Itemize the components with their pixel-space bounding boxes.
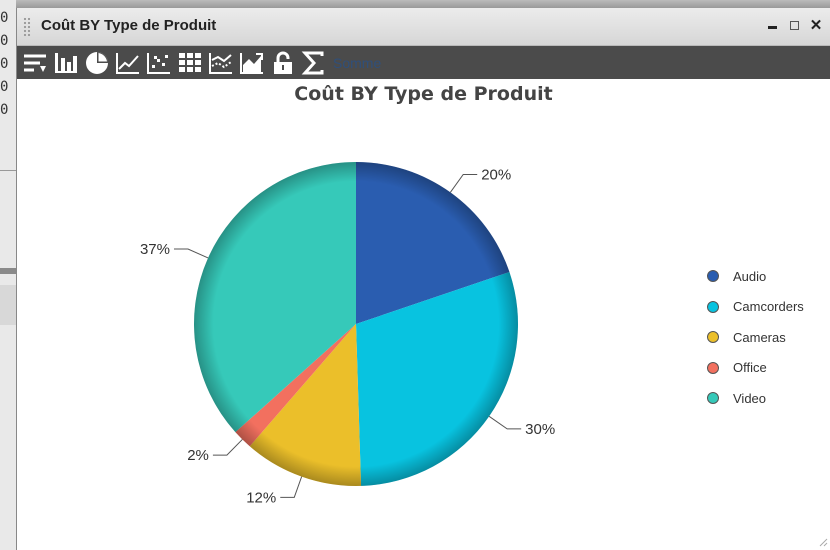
legend-label: Camcorders [733, 299, 804, 315]
legend-item-cameras[interactable]: Cameras [707, 322, 804, 353]
sigma-icon [301, 51, 323, 74]
lock-icon [273, 51, 292, 74]
window-title: Coût BY Type de Produit [41, 17, 217, 34]
legend-label: Video [733, 390, 767, 406]
pie-leader-line [212, 439, 243, 456]
pie-leader-line [173, 248, 209, 259]
table-button[interactable] [174, 48, 205, 78]
combo-chart-icon [208, 52, 232, 74]
legend-marker [707, 300, 719, 313]
legend-label: Cameras [733, 329, 786, 345]
combo-chart-button[interactable] [205, 48, 236, 78]
pie-leader-line [280, 476, 303, 498]
line-chart-icon [115, 52, 139, 74]
legend-item-office[interactable]: Office [707, 353, 804, 384]
bar-chart-button[interactable] [50, 48, 81, 78]
drag-grip-icon[interactable] [23, 17, 31, 37]
sort-icon [23, 54, 46, 72]
pie-leader-line [488, 415, 522, 430]
legend-item-video[interactable]: Video [707, 383, 804, 414]
background-window-edge: 0 0 0 0 0 [0, 0, 16, 550]
bar-chart-icon [54, 52, 77, 73]
table-icon [178, 52, 201, 72]
close-icon: ✕ [809, 17, 823, 34]
pie-chart-icon [85, 51, 108, 74]
chart-area: Coût BY Type de Produit 20% 30% 12% 2% 37% A… [17, 79, 830, 549]
lock-button[interactable] [267, 48, 298, 78]
area-chart-icon [239, 52, 263, 74]
pie-chart-button[interactable] [81, 48, 112, 78]
resize-handle-icon[interactable] [818, 537, 828, 547]
maximize-button[interactable] [786, 16, 802, 34]
line-chart-button[interactable] [112, 48, 143, 78]
legend-item-camcorders[interactable]: Camcorders [707, 292, 804, 323]
area-chart-button[interactable] [236, 48, 267, 78]
legend-marker [707, 361, 719, 374]
chart-window: Coût BY Type de Produit ✕ Somme Coût BY … [16, 8, 830, 550]
sigma-button[interactable] [298, 48, 329, 78]
background-strip [16, 0, 830, 8]
pie-data-label: 30% [525, 421, 555, 438]
aggregation-label[interactable]: Somme [333, 55, 381, 71]
maximize-icon [789, 20, 799, 30]
scatter-chart-button[interactable] [143, 48, 174, 78]
legend-marker [707, 331, 719, 344]
pie-leader-line [449, 173, 478, 193]
legend: Audio Camcorders Cameras Office Video [707, 261, 804, 414]
sort-button[interactable] [19, 48, 50, 78]
title-bar[interactable]: Coût BY Type de Produit ✕ [17, 8, 830, 46]
legend-marker [707, 392, 719, 405]
legend-label: Office [733, 360, 767, 376]
scatter-chart-icon [146, 52, 170, 74]
minimize-button[interactable] [764, 16, 780, 34]
pie-data-label: 37% [140, 241, 170, 258]
close-button[interactable]: ✕ [808, 16, 824, 34]
legend-marker [707, 270, 719, 283]
pie-data-label: 12% [246, 489, 276, 506]
chart-toolbar: Somme [17, 46, 830, 79]
pie-data-label: 20% [481, 166, 511, 183]
legend-item-audio[interactable]: Audio [707, 261, 804, 292]
pie-data-label: 2% [187, 447, 209, 464]
minimize-icon [767, 25, 777, 29]
legend-label: Audio [733, 268, 767, 284]
